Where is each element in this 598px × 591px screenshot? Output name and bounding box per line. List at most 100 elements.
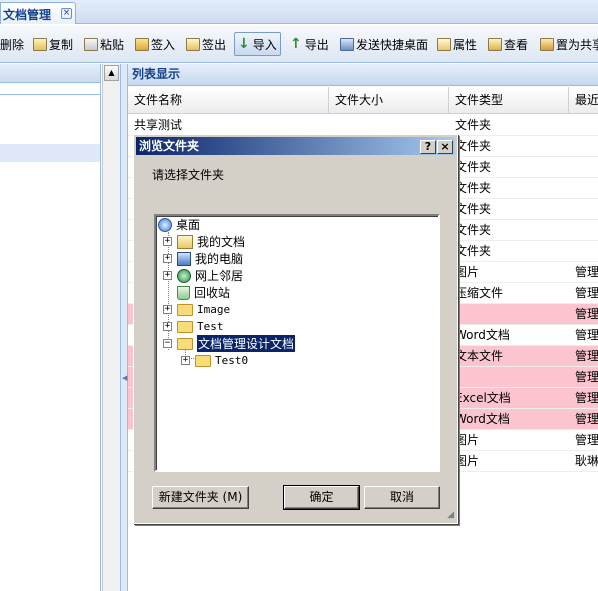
- cell-type: Word文档: [455, 328, 510, 342]
- folder-open-icon: [177, 337, 193, 350]
- cell-last: 管理: [575, 286, 598, 300]
- ok-button[interactable]: 确定: [283, 485, 360, 510]
- cell-last: 管理: [575, 307, 598, 321]
- left-vertical-scrollbar[interactable]: ▲: [102, 64, 120, 591]
- toolbar: 删除 复制 粘贴 签入 签出 ↓导入 ↑导出 发送快捷桌面 属性 查看 置为共享: [0, 25, 598, 63]
- cell-last: [575, 157, 598, 178]
- cell-last: 管理: [575, 328, 598, 342]
- left-tree-area[interactable]: [0, 94, 100, 591]
- collapse-icon[interactable]: −: [163, 339, 172, 348]
- copy-button[interactable]: 复制: [33, 33, 73, 55]
- folder-tree[interactable]: 桌面 + 我的文档 + 我的电脑 + 网上邻居 回收站 + Image + Test − 文…: [154, 214, 440, 472]
- cell-type: Word文档: [455, 412, 510, 426]
- cell-type: 图片: [455, 433, 480, 447]
- cell-type: 图片: [455, 265, 480, 279]
- checkin-button[interactable]: 签入: [135, 33, 175, 55]
- arrow-up-icon: ↑: [290, 36, 302, 52]
- cell-size: [335, 115, 445, 136]
- tree-node-label: Test: [197, 320, 224, 333]
- send-shortcut-label: 发送快捷桌面: [356, 37, 429, 52]
- tree-node-my-computer[interactable]: + 我的电脑: [163, 250, 243, 267]
- dialog-title: 浏览文件夹: [139, 139, 200, 153]
- export-label: 导出: [304, 37, 329, 52]
- export-button[interactable]: ↑ 导出: [290, 33, 329, 55]
- cell-last: 管理: [575, 391, 598, 405]
- tab-close-icon[interactable]: ×: [61, 8, 72, 19]
- resize-grip-icon[interactable]: ◢: [447, 510, 454, 520]
- expand-icon[interactable]: +: [163, 254, 172, 263]
- expand-icon[interactable]: +: [163, 322, 172, 331]
- view-button[interactable]: 查看: [488, 33, 528, 55]
- tree-node-test[interactable]: + Test: [163, 318, 224, 335]
- tree-node-design-docs[interactable]: − 文档管理设计文档: [163, 335, 296, 352]
- cell-type: 文件夹: [455, 244, 492, 258]
- close-icon[interactable]: ×: [437, 140, 453, 154]
- paste-icon: [84, 37, 98, 51]
- cell-name: 共享测试: [134, 118, 183, 132]
- tree-node-label: 回收站: [194, 286, 231, 300]
- expand-icon[interactable]: +: [181, 356, 190, 365]
- checkin-icon: [135, 37, 149, 51]
- cell-last: [575, 220, 598, 241]
- scroll-up-arrow-icon[interactable]: ▲: [104, 65, 119, 81]
- tree-node-label: Test0: [215, 354, 249, 367]
- send-shortcut-button[interactable]: 发送快捷桌面: [340, 33, 428, 55]
- checkout-button[interactable]: 签出: [186, 33, 226, 55]
- my-computer-icon: [177, 251, 191, 266]
- cell-type: Excel文档: [455, 391, 511, 405]
- copy-icon: [33, 37, 47, 51]
- set-share-label: 置为共享: [556, 37, 598, 52]
- tree-node-network[interactable]: + 网上邻居: [163, 267, 243, 284]
- tree-node-label: 我的文档: [197, 235, 246, 249]
- my-documents-icon: [177, 234, 193, 249]
- cell-type: 图片: [455, 454, 480, 468]
- column-header-size[interactable]: 文件大小: [329, 87, 449, 114]
- cancel-button[interactable]: 取消: [364, 486, 440, 509]
- left-tree-selected-row[interactable]: [0, 144, 100, 162]
- folder-icon: [177, 303, 193, 316]
- column-header-type[interactable]: 文件类型: [449, 87, 569, 114]
- grid-header: 文件名称 文件大小 文件类型 最近: [128, 87, 598, 114]
- cell-last: [575, 115, 598, 136]
- dialog-title-bar[interactable]: 浏览文件夹 ? ×: [136, 137, 455, 155]
- properties-button[interactable]: 属性: [437, 33, 477, 55]
- cell-last: 管理: [575, 412, 598, 426]
- checkout-label: 签出: [202, 37, 227, 52]
- cell-type: 压缩文件: [455, 286, 504, 300]
- set-share-button[interactable]: 置为共享: [540, 33, 598, 55]
- table-row[interactable]: 共享测试 文件夹: [128, 115, 598, 136]
- tree-node-label: 我的电脑: [195, 252, 244, 266]
- tree-node-desktop[interactable]: 桌面: [158, 216, 200, 233]
- new-folder-button[interactable]: 新建文件夹 (M): [152, 486, 249, 509]
- recycle-bin-icon: [177, 285, 190, 300]
- expand-icon[interactable]: +: [163, 305, 172, 314]
- column-header-name[interactable]: 文件名称: [128, 87, 329, 114]
- tree-node-recycle-bin[interactable]: 回收站: [177, 284, 230, 301]
- splitter-collapse-icon[interactable]: ◀: [122, 374, 127, 382]
- cell-type: 文件夹: [455, 118, 492, 132]
- tree-node-image[interactable]: + Image: [163, 301, 230, 318]
- column-header-last[interactable]: 最近: [569, 87, 598, 114]
- delete-button[interactable]: 删除: [0, 33, 24, 55]
- properties-icon: [437, 37, 451, 51]
- checkout-icon: [186, 37, 200, 51]
- dialog-prompt: 请选择文件夹: [152, 168, 225, 182]
- view-icon: [488, 37, 502, 51]
- cell-type: 文件夹: [455, 223, 492, 237]
- tab-label: 文档管理: [3, 8, 52, 22]
- tree-node-test0[interactable]: + Test0: [181, 352, 248, 369]
- tab-document-management[interactable]: 文档管理 ×: [0, 2, 76, 24]
- cell-type: 文件夹: [455, 202, 492, 216]
- cell-type: [455, 304, 565, 325]
- paste-button[interactable]: 粘贴: [84, 33, 124, 55]
- help-icon[interactable]: ?: [420, 140, 436, 154]
- cell-type: [455, 367, 565, 388]
- expand-icon[interactable]: +: [163, 271, 172, 280]
- left-panel-header: [0, 64, 100, 83]
- import-button[interactable]: ↓ 导入: [234, 32, 281, 56]
- cell-last: 管理: [575, 433, 598, 447]
- panel-splitter[interactable]: ◀: [120, 64, 128, 591]
- tree-node-my-documents[interactable]: + 我的文档: [163, 233, 245, 250]
- tree-node-label: 网上邻居: [195, 269, 244, 283]
- expand-icon[interactable]: +: [163, 237, 172, 246]
